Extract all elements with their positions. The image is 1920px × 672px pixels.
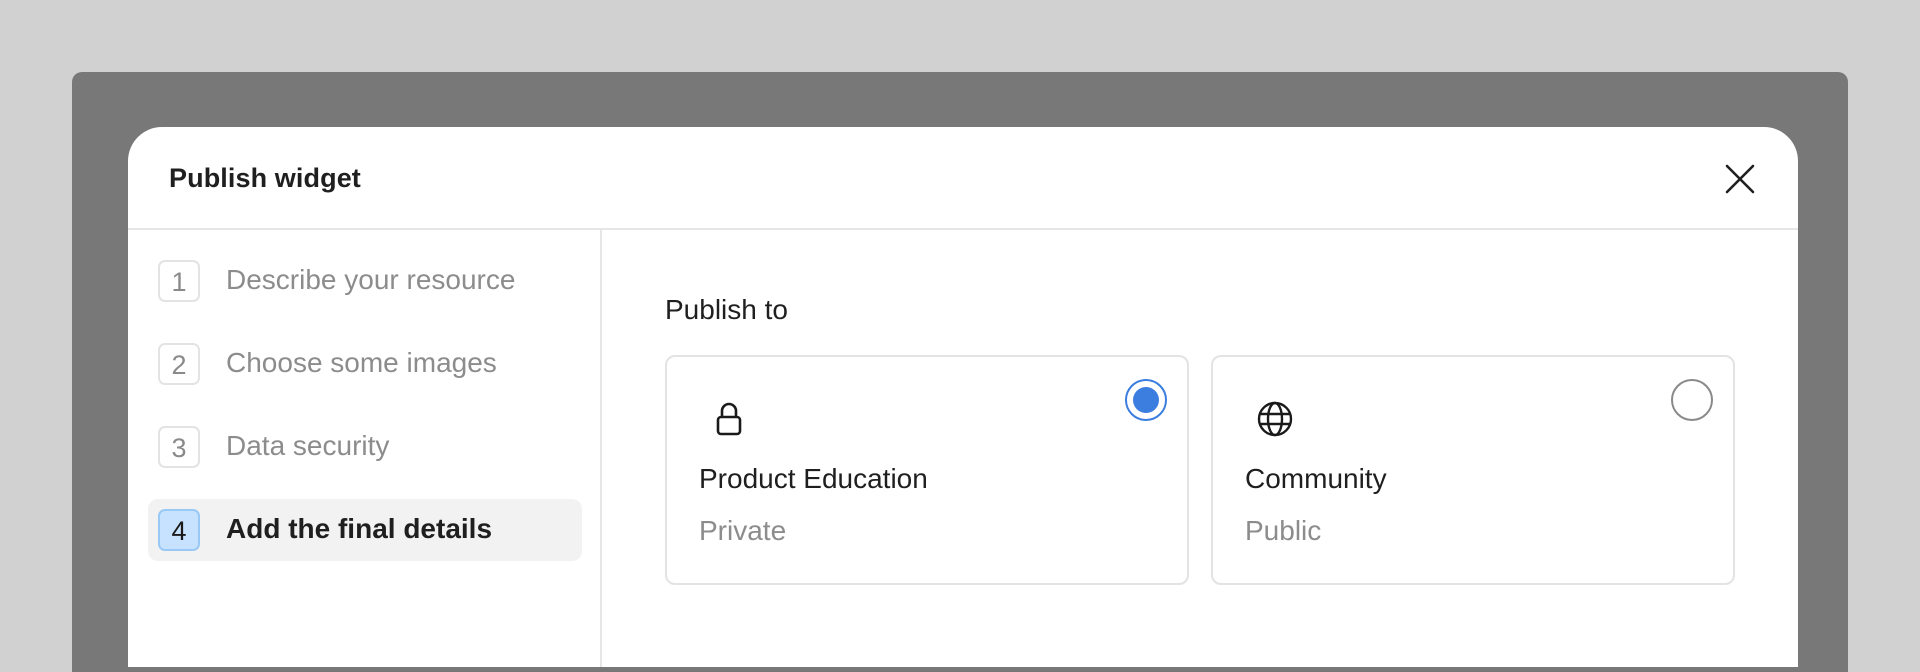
step-label: Describe your resource [226, 264, 516, 295]
option-subtitle: Public [1245, 515, 1322, 546]
lock-icon [707, 397, 751, 441]
step-number-badge: 1 [158, 260, 200, 302]
publish-to-label: Publish to [665, 294, 788, 325]
step-number-badge: 3 [158, 426, 200, 468]
option-card-community[interactable]: Community Public [1211, 355, 1735, 585]
step-data-security[interactable]: 3 Data security [148, 416, 582, 478]
step-label: Add the final details [226, 513, 493, 544]
step-describe-resource[interactable]: 1 Describe your resource [148, 250, 582, 312]
dialog-title: Publish widget [169, 163, 361, 193]
step-number-badge: 2 [158, 343, 200, 385]
main-content: Publish to Product Education Private Com… [602, 230, 1798, 667]
steps-sidebar: 1 Describe your resource 2 Choose some i… [128, 230, 602, 667]
option-subtitle: Private [699, 515, 787, 546]
step-choose-images[interactable]: 2 Choose some images [148, 333, 582, 395]
globe-icon [1253, 397, 1297, 441]
close-button[interactable] [1722, 161, 1758, 197]
step-label: Data security [226, 430, 390, 461]
radio-button[interactable] [1671, 379, 1713, 421]
step-label: Choose some images [226, 347, 497, 378]
step-number-badge: 4 [158, 509, 200, 551]
option-title: Product Education [699, 463, 928, 494]
step-add-final-details[interactable]: 4 Add the final details [148, 499, 582, 561]
option-title: Community [1245, 463, 1387, 494]
option-card-product-education[interactable]: Product Education Private [665, 355, 1189, 585]
radio-button-selected[interactable] [1125, 379, 1167, 421]
close-icon [1725, 164, 1755, 194]
publish-widget-dialog: Publish widget 1 Describe your resource … [128, 127, 1798, 667]
dialog-header: Publish widget [128, 127, 1798, 230]
